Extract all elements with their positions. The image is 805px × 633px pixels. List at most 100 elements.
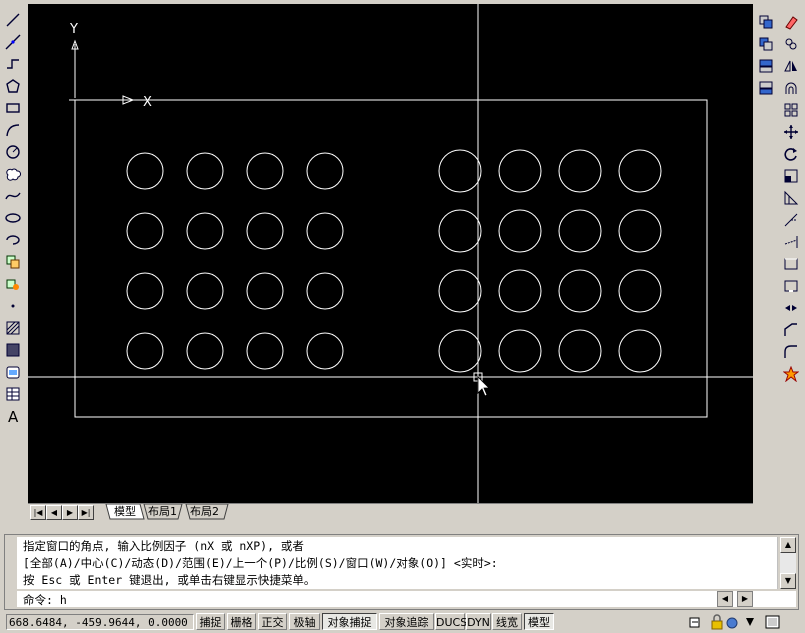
draw-order-back-icon[interactable] (756, 34, 776, 54)
hole-circle (558, 269, 602, 313)
comm-center-icon[interactable] (726, 617, 738, 629)
command-window: 指定窗口的角点, 输入比例因子 (nX 或 nXP), 或者 [全部(A)/中心… (0, 522, 805, 610)
join-icon[interactable] (781, 298, 801, 318)
plate-rectangle (74, 99, 708, 418)
tab-layout1[interactable]: 布局1 (144, 504, 181, 519)
osnap-button[interactable]: 对象捕捉 (322, 613, 377, 630)
ucs-x-label: X (143, 95, 152, 110)
multiline-text-icon[interactable]: A (3, 406, 23, 426)
chamfer-icon[interactable] (781, 320, 801, 340)
trim-icon[interactable] (781, 210, 801, 230)
command-prompt[interactable]: 命令: h (23, 592, 67, 608)
scale-icon[interactable] (781, 166, 801, 186)
array-icon[interactable] (781, 100, 801, 120)
draw-order-toolbar (753, 12, 777, 104)
hole-circle (306, 212, 344, 250)
model-space: Y X (28, 4, 753, 504)
erase-icon[interactable] (781, 12, 801, 32)
scroll-left-icon[interactable]: ◀ (717, 591, 733, 607)
point-icon[interactable] (3, 296, 23, 316)
next-tab-button[interactable]: ▶ (62, 505, 78, 520)
hole-circle (558, 209, 602, 253)
snap-button[interactable]: 捕捉 (196, 613, 225, 630)
rectangle-icon[interactable] (3, 98, 23, 118)
extend-icon[interactable] (781, 232, 801, 252)
last-tab-button[interactable]: ▶| (78, 505, 94, 520)
hole-circle (618, 149, 662, 193)
rotate-icon[interactable] (781, 144, 801, 164)
scroll-right-icon[interactable]: ▶ (737, 591, 753, 607)
break-at-point-icon[interactable] (781, 254, 801, 274)
mirror-icon[interactable] (781, 56, 801, 76)
ducs-button[interactable]: DUCS (435, 613, 467, 630)
history-line: [全部(A)/中心(C)/动态(D)/范围(E)/上一个(P)/比例(S)/窗口… (23, 556, 498, 570)
hole-circle (438, 149, 482, 193)
command-input[interactable]: 命令: h ◀ ▶ (17, 591, 796, 607)
spline-icon[interactable] (3, 186, 23, 206)
annotation-icon[interactable] (746, 618, 754, 626)
coordinate-display[interactable]: 668.6484, -459.9644, 0.0000 (6, 614, 194, 630)
otrack-button[interactable]: 对象追踪 (379, 613, 434, 630)
explode-icon[interactable] (781, 364, 801, 384)
circle-icon[interactable] (3, 142, 23, 162)
arc-icon[interactable] (3, 120, 23, 140)
hole-circle (246, 272, 284, 310)
polyline-icon[interactable] (3, 54, 23, 74)
bring-above-icon[interactable] (756, 56, 776, 76)
history-line: 按 Esc 或 Enter 键退出, 或单击右键显示快捷菜单。 (23, 573, 316, 587)
line-icon[interactable] (3, 10, 23, 30)
lineweight-button[interactable]: 线宽 (492, 613, 522, 630)
break-icon[interactable] (781, 276, 801, 296)
hole-circle (126, 152, 164, 190)
clean-screen-icon[interactable] (765, 615, 780, 629)
dyn-button[interactable]: DYN (466, 613, 491, 630)
hole-pattern (126, 149, 662, 373)
hole-circle (306, 272, 344, 310)
prev-tab-button[interactable]: ◀ (46, 505, 62, 520)
hole-circle (618, 269, 662, 313)
fillet-icon[interactable] (781, 342, 801, 362)
viewport-icon[interactable] (689, 617, 700, 628)
hatch-icon[interactable] (3, 318, 23, 338)
ellipse-arc-icon[interactable] (3, 230, 23, 250)
construction-line-icon[interactable] (3, 32, 23, 52)
draw-toolbar: A (0, 4, 27, 434)
hole-circle (246, 212, 284, 250)
status-tray (689, 614, 780, 630)
send-under-icon[interactable] (756, 78, 776, 98)
command-scrollbar[interactable]: ▲ ▼ (780, 537, 796, 589)
hole-circle (246, 152, 284, 190)
command-frame: 指定窗口的角点, 输入比例因子 (nX 或 nXP), 或者 [全部(A)/中心… (4, 534, 799, 610)
stretch-icon[interactable] (781, 188, 801, 208)
tab-layout2[interactable]: 布局2 (186, 504, 223, 519)
make-block-icon[interactable] (3, 274, 23, 294)
offset-icon[interactable] (781, 78, 801, 98)
polar-button[interactable]: 极轴 (289, 613, 320, 630)
hole-circle (186, 152, 224, 190)
hole-circle (498, 149, 542, 193)
draw-order-front-icon[interactable] (756, 12, 776, 32)
ortho-button[interactable]: 正交 (258, 613, 287, 630)
ellipse-icon[interactable] (3, 208, 23, 228)
first-tab-button[interactable]: |◀ (30, 505, 46, 520)
history-line: 指定窗口的角点, 输入比例因子 (nX 或 nXP), 或者 (23, 539, 304, 553)
status-bar: 668.6484, -459.9644, 0.0000 捕捉 栅格 正交 极轴 … (0, 611, 805, 633)
model-button[interactable]: 模型 (524, 613, 554, 630)
insert-block-icon[interactable] (3, 252, 23, 272)
grid-button[interactable]: 栅格 (227, 613, 256, 630)
lock-icon[interactable] (711, 614, 723, 630)
move-icon[interactable] (781, 122, 801, 142)
table-icon[interactable] (3, 384, 23, 404)
gradient-icon[interactable] (3, 340, 23, 360)
ucs-y-label: Y (69, 22, 78, 37)
hole-circle (498, 329, 542, 373)
copy-icon[interactable] (781, 34, 801, 54)
drawing-canvas[interactable]: Y X (28, 4, 753, 504)
revision-cloud-icon[interactable] (3, 164, 23, 184)
scroll-down-icon[interactable]: ▼ (780, 573, 796, 589)
scroll-up-icon[interactable]: ▲ (780, 537, 796, 553)
region-icon[interactable] (3, 362, 23, 382)
layout-tab-bar: |◀ ◀ ▶ ▶| 模型 布局1 布局2 (28, 503, 753, 520)
tab-model[interactable]: 模型 (110, 504, 140, 519)
polygon-icon[interactable] (3, 76, 23, 96)
